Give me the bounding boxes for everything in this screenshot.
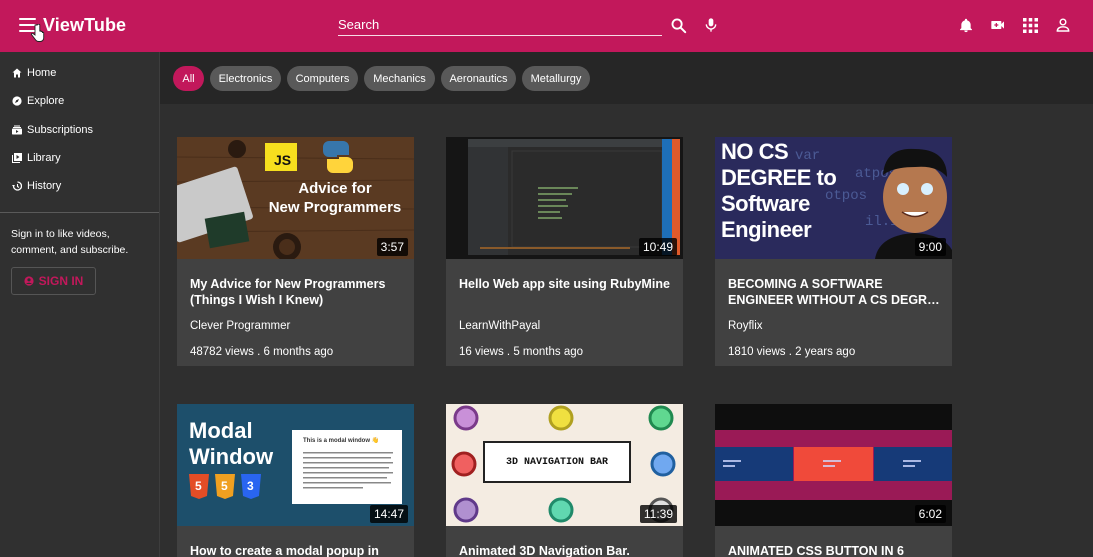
channel-name[interactable]: LearnWithPayal	[459, 320, 540, 332]
chip-computers[interactable]: Computers	[287, 66, 358, 91]
sign-in-button[interactable]: SIGN IN	[11, 267, 96, 295]
video-card[interactable]: JS Advice for New Programmers 3:57 My Ad…	[177, 137, 414, 366]
channel-name[interactable]: Royflix	[728, 320, 763, 332]
svg-text:5: 5	[221, 479, 228, 493]
thumbnail-caption-line: Engineer	[721, 217, 812, 242]
video-title[interactable]: Hello Web app site using RubyMine	[459, 276, 671, 292]
user-circle-icon	[24, 276, 34, 286]
signin-prompt: Sign in to like videos, comment, and sub…	[11, 228, 129, 256]
thumbnail-caption-line: Modal	[189, 418, 253, 443]
history-icon	[12, 181, 22, 191]
thumbnail-caption: Advice for New Programmers	[255, 179, 414, 217]
thumbnail-caption-line: DEGREE to	[721, 165, 837, 190]
library-icon	[12, 153, 22, 163]
video-title[interactable]: BECOMING A SOFTWARE ENGINEER WITHOUT A C…	[728, 276, 940, 308]
thumbnail-caption-line: New Programmers	[268, 199, 402, 216]
sidebar-item-home[interactable]: Home	[0, 60, 158, 86]
svg-text:3: 3	[247, 479, 254, 493]
sidebar-item-label: Subscriptions	[27, 124, 94, 136]
video-card[interactable]: 6:02 ANIMATED CSS BUTTON IN 6	[715, 404, 952, 557]
video-thumbnail[interactable]: 5 5 3 Modal Window This is a modal windo…	[177, 404, 414, 526]
video-title[interactable]: Animated 3D Navigation Bar.	[459, 543, 671, 557]
sign-in-label: SIGN IN	[38, 274, 84, 288]
create-video-icon[interactable]	[987, 14, 1009, 36]
sidebar-divider	[0, 212, 159, 213]
video-thumbnail[interactable]: 6:02	[715, 404, 952, 526]
sidebar-item-label: History	[27, 180, 62, 192]
video-card[interactable]: 5 5 3 Modal Window This is a modal windo…	[177, 404, 414, 557]
video-duration: 11:39	[639, 505, 677, 523]
notifications-bell-icon[interactable]	[955, 14, 977, 36]
video-title[interactable]: ANIMATED CSS BUTTON IN 6	[728, 543, 940, 557]
video-thumbnail[interactable]: 3D NAVIGATION BAR 11:39	[446, 404, 683, 526]
sidebar-item-history[interactable]: History	[0, 173, 158, 199]
video-duration: 14:47	[369, 505, 408, 523]
thumbnail-popup-title: This is a modal window 👋	[303, 438, 380, 444]
compass-icon	[12, 96, 22, 106]
apps-grid-icon[interactable]	[1019, 14, 1041, 36]
app-logo[interactable]: ViewTube	[43, 15, 126, 36]
video-meta: 48782 views . 6 months ago	[190, 346, 334, 358]
video-duration: 9:00	[914, 238, 946, 256]
video-title[interactable]: My Advice for New Programmers (Things I …	[190, 276, 402, 308]
thumbnail-caption-line: NO CS	[721, 139, 789, 164]
thumbnail-caption-line: Window	[189, 444, 274, 469]
video-thumbnail[interactable]: 10:49	[446, 137, 683, 259]
video-card[interactable]: var atpos= otpos il.i NO CS DEGREE to Softw…	[715, 137, 952, 366]
chip-metallurgy[interactable]: Metallurgy	[522, 66, 590, 91]
thumbnail-caption: Modal Window	[189, 418, 273, 470]
channel-name[interactable]: Clever Programmer	[190, 320, 290, 332]
sidebar-item-subscriptions[interactable]: Subscriptions	[0, 117, 158, 143]
thumbnail-caption: NO CS DEGREE to Software Engineer	[721, 139, 837, 243]
mouse-pointer-icon	[31, 24, 45, 42]
chip-electronics[interactable]: Electronics	[210, 66, 281, 91]
search-input[interactable]	[338, 14, 662, 34]
search-box	[338, 14, 662, 36]
sidebar-item-label: Library	[27, 152, 61, 164]
video-duration: 10:49	[638, 238, 677, 256]
search-icon[interactable]	[667, 14, 689, 36]
video-thumbnail[interactable]: var atpos= otpos il.i NO CS DEGREE to Softw…	[715, 137, 952, 259]
category-chips-bar: All Electronics Computers Mechanics Aero…	[160, 52, 1093, 104]
sidebar-item-label: Home	[27, 67, 57, 79]
chip-mechanics[interactable]: Mechanics	[364, 66, 435, 91]
microphone-icon[interactable]	[700, 14, 722, 36]
chip-aeronautics[interactable]: Aeronautics	[441, 66, 516, 91]
video-thumbnail[interactable]: JS Advice for New Programmers 3:57	[177, 137, 414, 259]
sidebar-item-label: Explore	[27, 95, 65, 107]
video-title[interactable]: How to create a modal popup in	[190, 543, 402, 557]
sidebar-item-library[interactable]: Library	[0, 145, 158, 171]
video-card[interactable]: 3D NAVIGATION BAR 11:39 Animated 3D Navi…	[446, 404, 683, 557]
svg-text:5: 5	[195, 479, 202, 493]
video-meta: 16 views . 5 months ago	[459, 346, 584, 358]
video-duration: 6:02	[914, 505, 946, 523]
video-meta: 1810 views . 2 years ago	[728, 346, 856, 358]
sidebar-item-explore[interactable]: Explore	[0, 88, 158, 114]
thumbnail-badge: JS	[274, 152, 292, 168]
account-icon[interactable]	[1052, 14, 1074, 36]
top-app-bar: ViewTube	[0, 0, 1093, 52]
subscriptions-icon	[12, 125, 22, 135]
thumbnail-caption: 3D NAVIGATION BAR	[505, 456, 609, 468]
video-card[interactable]: 10:49 Hello Web app site using RubyMine …	[446, 137, 683, 366]
sidebar: Home Explore Subscriptions Library Histo…	[0, 52, 160, 557]
video-duration: 3:57	[376, 238, 408, 256]
chip-all[interactable]: All	[173, 66, 204, 91]
thumbnail-caption-line: Software	[721, 191, 810, 216]
home-icon	[12, 68, 22, 78]
thumbnail-caption-line: Advice for	[298, 180, 372, 197]
